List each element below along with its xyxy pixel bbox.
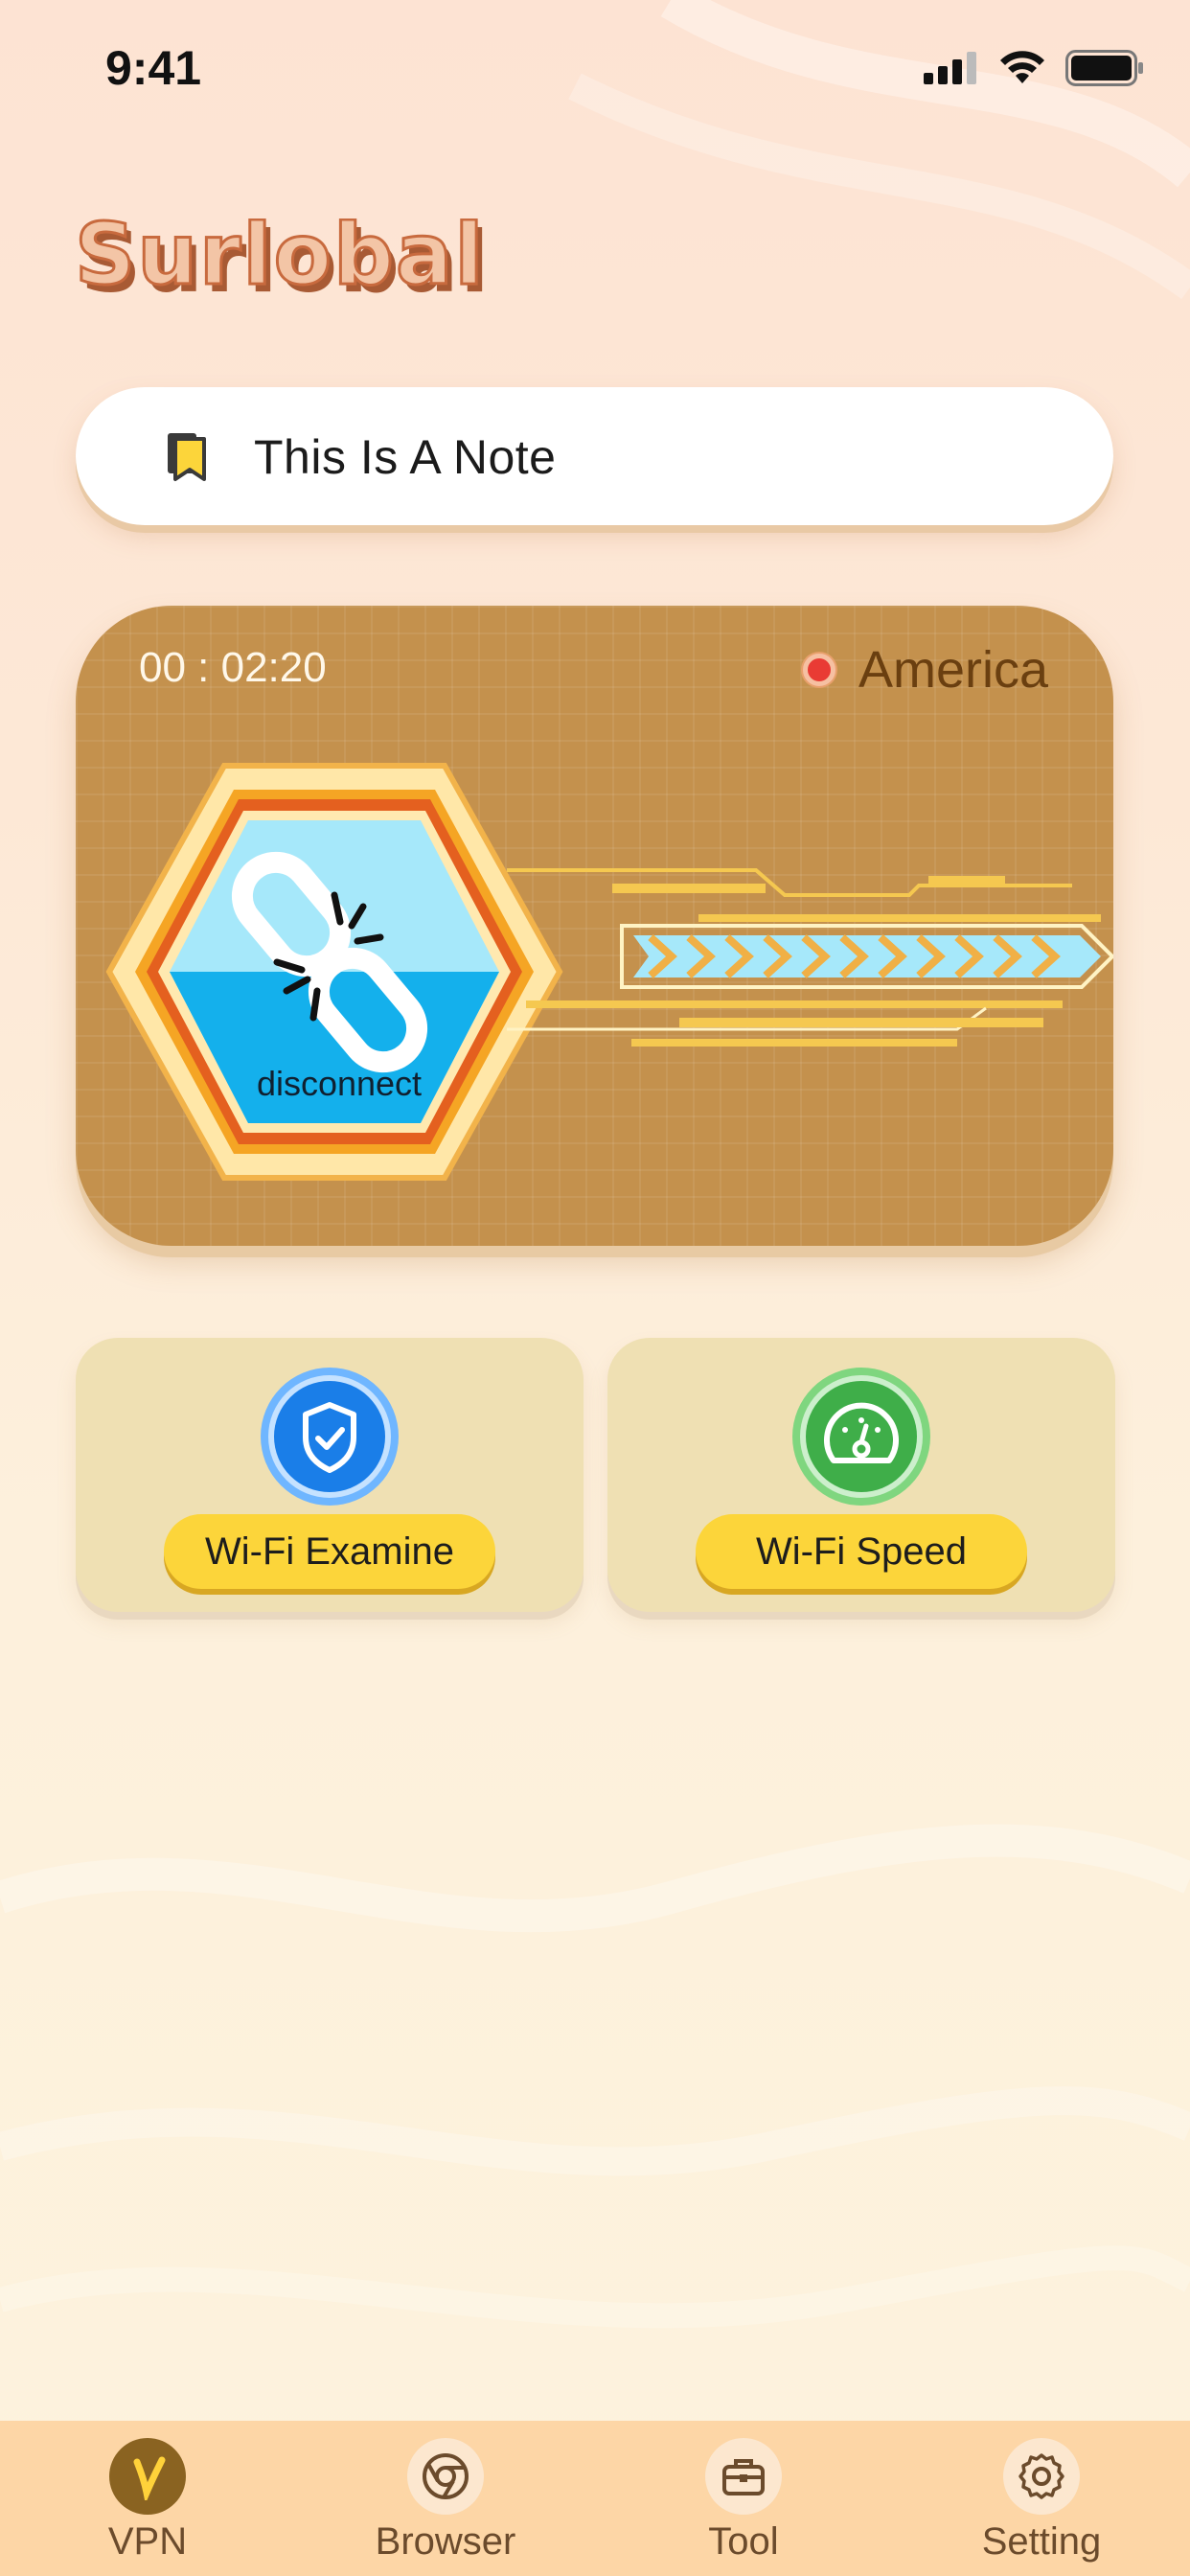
location-selector[interactable]: America xyxy=(802,640,1048,700)
wifi-examine-label: Wi-Fi Examine xyxy=(164,1514,495,1589)
tab-label: Setting xyxy=(981,2520,1102,2563)
disconnect-label: disconnect xyxy=(256,1064,423,1103)
bookmark-icon xyxy=(168,433,206,481)
connection-timer: 00 : 02:20 xyxy=(139,644,327,691)
note-banner[interactable]: This Is A Note xyxy=(76,387,1113,525)
tab-vpn[interactable]: VPN xyxy=(52,2421,243,2576)
wifi-icon xyxy=(1000,51,1044,83)
vpn-connection-card: 00 : 02:20 America disconnect xyxy=(76,606,1113,1246)
tab-label: Browser xyxy=(375,2520,516,2563)
tab-label: Tool xyxy=(708,2520,779,2563)
browser-icon xyxy=(407,2438,484,2515)
gear-icon xyxy=(1003,2438,1080,2515)
location-name: America xyxy=(858,641,1048,699)
app-logo: Surlobal Surlobal xyxy=(74,204,650,312)
speedometer-icon xyxy=(792,1368,930,1506)
status-dot-icon xyxy=(802,654,835,686)
logo-wordmark: Surlobal Surlobal xyxy=(74,204,490,312)
vpn-icon xyxy=(109,2438,186,2515)
wifi-speed-tile[interactable]: Wi-Fi Speed xyxy=(607,1338,1115,1612)
bottom-tab-bar: VPN Browser Tool Setting xyxy=(0,2421,1190,2576)
status-bar: 9:41 xyxy=(0,0,1190,144)
shield-check-icon xyxy=(261,1368,399,1506)
tab-setting[interactable]: Setting xyxy=(946,2421,1137,2576)
toolbox-icon xyxy=(705,2438,782,2515)
tab-browser[interactable]: Browser xyxy=(350,2421,541,2576)
battery-icon xyxy=(1065,50,1143,86)
tab-tool[interactable]: Tool xyxy=(648,2421,839,2576)
svg-text:Surlobal: Surlobal xyxy=(75,218,486,304)
disconnect-button[interactable] xyxy=(104,761,564,1183)
wifi-examine-tile[interactable]: Wi-Fi Examine xyxy=(76,1338,584,1612)
status-icons xyxy=(924,50,1144,86)
tab-label: VPN xyxy=(107,2520,188,2563)
connection-arrow-track xyxy=(507,868,1113,1046)
note-text: This Is A Note xyxy=(254,430,557,484)
status-time: 9:41 xyxy=(105,41,202,95)
wifi-speed-label: Wi-Fi Speed xyxy=(696,1514,1027,1589)
cellular-signal-icon xyxy=(924,52,976,84)
